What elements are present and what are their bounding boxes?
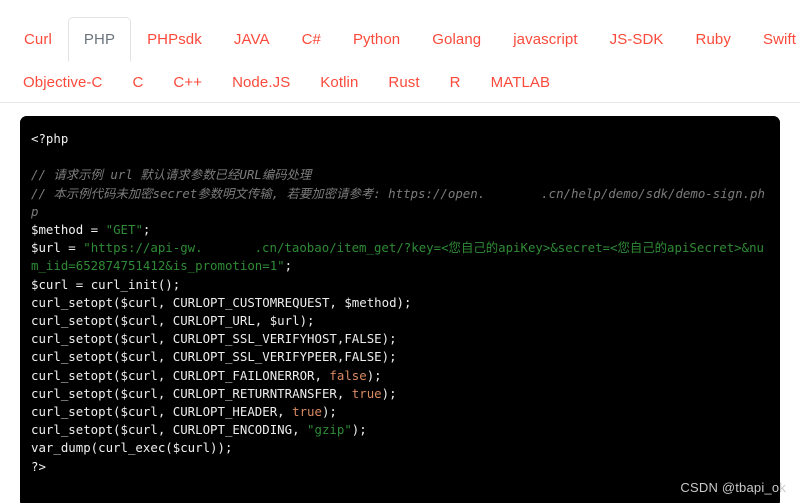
- tab-label: Python: [352, 31, 401, 48]
- tab-php[interactable]: PHP: [67, 17, 132, 62]
- tab-golang[interactable]: Golang: [416, 17, 497, 62]
- tab-label: MATLAB: [490, 73, 551, 91]
- tab-objective-c[interactable]: Objective-C: [8, 62, 117, 102]
- setopt-tail-6: );: [321, 404, 337, 420]
- assign-op-1: =: [83, 222, 106, 238]
- redacted-domain-1: [485, 188, 542, 200]
- var-dump-line: var_dump(curl_exec($curl));: [31, 440, 233, 456]
- php-code-sample: <?php // 请求示例 url 默认请求参数已经URL编码处理 // 本示例…: [20, 116, 780, 486]
- tab-javascript[interactable]: javascript: [497, 17, 593, 62]
- tab-kotlin[interactable]: Kotlin: [305, 62, 373, 102]
- setopt-args-1: $curl, CURLOPT_URL, $url: [120, 313, 300, 329]
- setopt-args-4: $curl, CURLOPT_FAILONERROR,: [120, 367, 330, 383]
- setopt-args-3: $curl, CURLOPT_SSL_VERIFYPEER,FALSE: [120, 349, 382, 365]
- setopt-call-1: curl_setopt(: [31, 313, 121, 329]
- setopt-tail-7: );: [351, 422, 367, 438]
- setopt-args-2: $curl, CURLOPT_SSL_VERIFYHOST,FALSE: [120, 331, 382, 347]
- setopt-args-7: $curl, CURLOPT_ENCODING,: [120, 422, 308, 438]
- tab-label: PHP: [83, 31, 116, 48]
- setopt-value-7: "gzip": [307, 422, 352, 438]
- setopt-call-6: curl_setopt(: [31, 404, 121, 420]
- url-variable: $url: [31, 240, 61, 256]
- tab-label: C++: [173, 73, 203, 91]
- tab-rust[interactable]: Rust: [373, 62, 434, 102]
- setopt-tail-1: );: [299, 313, 315, 329]
- php-open-tag: <?php: [31, 131, 69, 146]
- setopt-call-3: curl_setopt(: [31, 349, 121, 365]
- setopt-tail-5: );: [381, 385, 397, 401]
- tab-label: C#: [301, 31, 321, 48]
- tab-phpsdk[interactable]: PHPsdk: [131, 17, 218, 62]
- semicolon-1: ;: [142, 222, 151, 238]
- code-comment-line-2-start: // 本示例代码未加密secret参数明文传输, 若要加密请参考: https:…: [31, 185, 486, 201]
- redacted-domain-2: [202, 243, 255, 255]
- assign-op-3: =: [68, 276, 91, 292]
- setopt-args-6: $curl, CURLOPT_HEADER,: [120, 404, 293, 420]
- setopt-tail-0: );: [396, 294, 412, 310]
- language-tabs-row-1: Curl PHP PHPsdk JAVA C# Python Golang javascrip…: [0, 17, 800, 62]
- setopt-call-2: curl_setopt(: [31, 331, 121, 347]
- setopt-call-0: curl_setopt(: [31, 294, 121, 310]
- curl-variable: $curl: [31, 276, 69, 292]
- tab-label: R: [449, 73, 461, 91]
- tab-python[interactable]: Python: [337, 17, 416, 62]
- code-sample-block[interactable]: <?php // 请求示例 url 默认请求参数已经URL编码处理 // 本示例…: [20, 116, 780, 503]
- curl-init-call: curl_init();: [90, 276, 181, 292]
- curl-setopt-lines: curl_setopt($curl, CURLOPT_CUSTOMREQUEST…: [31, 295, 411, 437]
- setopt-value-5: true: [351, 385, 382, 401]
- semicolon-2: ;: [284, 258, 293, 274]
- setopt-tail-4: );: [366, 367, 382, 383]
- setopt-args-5: $curl, CURLOPT_RETURNTRANSFER,: [120, 385, 352, 401]
- tab-node-js[interactable]: Node.JS: [217, 62, 305, 102]
- tab-label: C: [132, 73, 144, 91]
- tab-label: Kotlin: [320, 73, 359, 91]
- tab-label: Rust: [388, 73, 420, 91]
- setopt-call-5: curl_setopt(: [31, 385, 121, 401]
- tab-label: JS-SDK: [609, 31, 664, 48]
- setopt-tail-3: );: [381, 349, 397, 365]
- tab-label: JAVA: [233, 31, 270, 48]
- tab-c[interactable]: C++: [158, 62, 217, 102]
- setopt-call-7: curl_setopt(: [31, 422, 121, 438]
- assign-op-2: =: [60, 240, 84, 256]
- tab-label: Golang: [432, 31, 482, 48]
- code-comment-line-1: // 请求示例 url 默认请求参数已经URL编码处理: [31, 167, 312, 183]
- tab-ruby[interactable]: Ruby: [680, 17, 747, 62]
- tab-label: Swift: [762, 31, 796, 48]
- tab-java[interactable]: JAVA: [218, 17, 286, 62]
- page-root: Curl PHP PHPsdk JAVA C# Python Golang javascrip…: [0, 0, 800, 503]
- tab-c[interactable]: C#: [286, 17, 337, 62]
- tab-curl[interactable]: Curl: [8, 17, 68, 62]
- tab-label: javascript: [513, 31, 578, 48]
- tab-label: Node.JS: [232, 73, 291, 91]
- url-value-start: "https://api-gw.: [83, 240, 203, 256]
- method-variable: $method: [31, 222, 84, 238]
- tab-label: Objective-C: [23, 73, 103, 91]
- tab-js-sdk[interactable]: JS-SDK: [594, 17, 680, 62]
- setopt-args-0: $curl, CURLOPT_CUSTOMREQUEST, $method: [120, 294, 397, 310]
- method-value: "GET": [105, 222, 143, 238]
- tab-swift[interactable]: Swift: [747, 17, 800, 62]
- tab-label: PHPsdk: [147, 31, 202, 48]
- tab-label: Ruby: [695, 31, 731, 48]
- tab-r[interactable]: R: [435, 62, 476, 102]
- setopt-value-4: false: [329, 367, 367, 383]
- tab-matlab[interactable]: MATLAB: [476, 62, 566, 102]
- setopt-value-6: true: [292, 404, 322, 420]
- language-tabs-row-2: Objective-C C C++ Node.JS Kotlin Rust R MATLAB: [0, 62, 800, 102]
- tab-label: Curl: [24, 31, 52, 48]
- setopt-call-4: curl_setopt(: [31, 367, 121, 383]
- tab-c[interactable]: C: [117, 62, 158, 102]
- php-close-tag: ?>: [31, 458, 46, 474]
- setopt-tail-2: );: [381, 331, 397, 347]
- language-tabbar: Curl PHP PHPsdk JAVA C# Python Golang javascrip…: [0, 0, 800, 103]
